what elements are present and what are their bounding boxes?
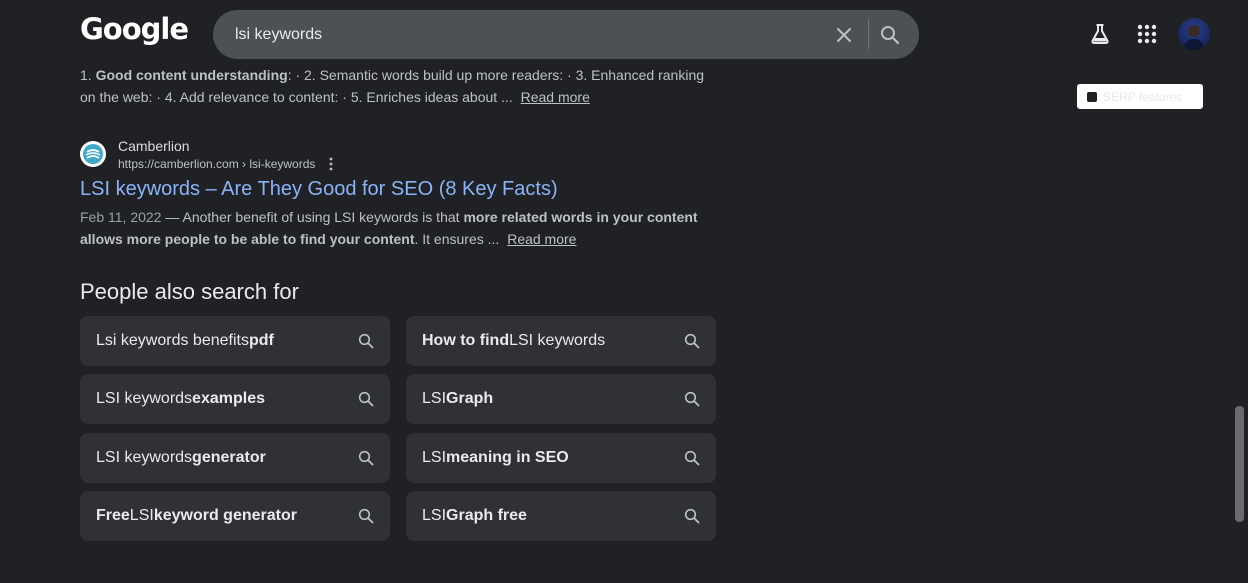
related-search-chip[interactable]: LSI meaning in SEO — [406, 433, 716, 483]
chip-bold-text: generator — [192, 449, 266, 466]
page-scrollbar[interactable] — [1235, 406, 1244, 522]
user-photo-icon — [1183, 25, 1205, 50]
camberlion-logo-icon — [83, 144, 103, 164]
chip-bold-text: meaning in SEO — [446, 449, 569, 466]
related-search-chip[interactable]: LSI Graph free — [406, 491, 716, 541]
more-vert-icon — [329, 157, 333, 171]
result-snippet: Feb 11, 2022 — Another benefit of using … — [80, 206, 720, 250]
chip-bold-text: examples — [192, 390, 265, 407]
search-icon — [358, 391, 374, 407]
snippet-text: — Another benefit of using LSI keywords … — [161, 209, 464, 225]
result-date: Feb 11, 2022 — [80, 209, 162, 225]
site-url[interactable]: https://camberlion.com › lsi-keywords — [118, 157, 315, 171]
serp-features-button[interactable]: SERP features — [1077, 84, 1203, 109]
people-also-search-heading: People also search for — [80, 279, 299, 304]
search-divider — [868, 19, 869, 49]
related-search-chip[interactable]: Lsi keywords benefits pdf — [80, 316, 390, 366]
chip-bold-text: pdf — [248, 332, 274, 349]
related-search-chip[interactable]: LSI keywords examples — [80, 374, 390, 424]
google-apps-button[interactable] — [1135, 22, 1159, 46]
search-icon — [684, 333, 700, 349]
chip-text: LSI — [422, 390, 447, 407]
search-icon — [684, 450, 700, 466]
search-bar[interactable] — [213, 10, 919, 59]
chip-bold-text: Graph — [446, 390, 494, 407]
search-icon — [358, 450, 374, 466]
chip-text: LSI — [422, 449, 447, 466]
search-icon — [358, 508, 374, 524]
search-input[interactable] — [233, 22, 817, 48]
google-logo[interactable]: Google — [80, 12, 189, 46]
apps-grid-icon — [1137, 24, 1157, 44]
search-labs-button[interactable] — [1088, 22, 1112, 46]
chip-text: LSI keywords — [96, 390, 193, 407]
search-button[interactable] — [877, 22, 903, 48]
clear-search-button[interactable] — [831, 22, 857, 48]
related-search-chip[interactable]: LSI Graph — [406, 374, 716, 424]
search-icon — [684, 391, 700, 407]
chip-text: Lsi keywords benefits — [96, 332, 249, 349]
serp-features-icon — [1087, 91, 1097, 102]
related-search-chip[interactable]: Free LSI keyword generator — [80, 491, 390, 541]
flask-icon — [1091, 24, 1109, 44]
chip-text: LSI keywords — [96, 449, 193, 466]
chip-text: LSI keywords — [509, 332, 606, 349]
close-icon — [837, 28, 851, 42]
google-results-page: Google lsi keywords SERP features 1. Goo… — [0, 0, 1248, 583]
account-avatar[interactable] — [1178, 18, 1210, 50]
related-search-chip[interactable]: LSI keywords generator — [80, 433, 390, 483]
result-title-link[interactable]: LSI keywords – Are They Good for SEO (8 … — [80, 178, 558, 201]
result-options-button[interactable] — [323, 155, 339, 173]
serp-features-label: SERP features — [1103, 89, 1183, 104]
site-name[interactable]: Camberlion — [118, 138, 190, 154]
search-icon — [684, 508, 700, 524]
read-more-link[interactable]: Read more — [521, 89, 590, 105]
search-icon — [881, 26, 900, 45]
chip-text: LSI — [422, 507, 447, 524]
related-search-chip[interactable]: How to find LSI keywords — [406, 316, 716, 366]
snippet-bold: Good content understanding — [95, 67, 288, 83]
snippet-text: . It ensures ... — [414, 231, 500, 247]
chip-bold-text: keyword generator — [153, 507, 297, 524]
search-icon — [358, 333, 374, 349]
chip-bold-text: How to find — [422, 332, 510, 349]
chip-text: LSI — [129, 507, 154, 524]
chip-bold-text: Free — [96, 507, 130, 524]
chip-bold-text: Graph free — [446, 507, 527, 524]
read-more-link[interactable]: Read more — [507, 231, 576, 247]
previous-result-snippet: 1. Good content understanding: · 2. Sema… — [80, 64, 720, 108]
site-favicon[interactable] — [80, 141, 106, 167]
snippet-text: 1. — [80, 67, 96, 83]
